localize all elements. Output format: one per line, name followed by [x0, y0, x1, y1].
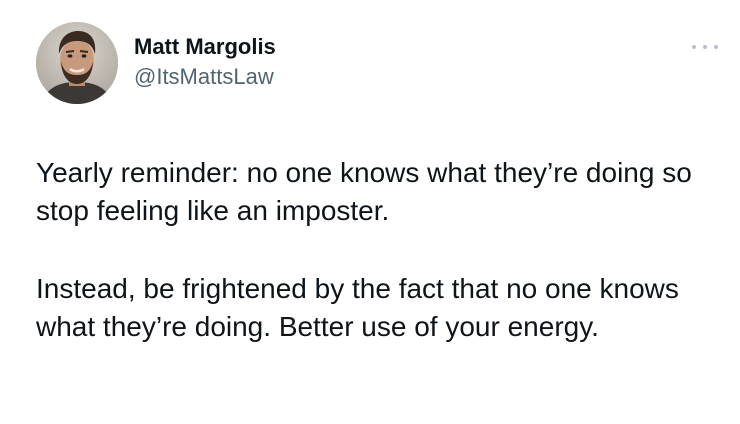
- tweet-card: Matt Margolis @ItsMattsLaw Yearly remind…: [0, 0, 740, 424]
- tweet-text: Yearly reminder: no one knows what they’…: [36, 154, 716, 346]
- author-names: Matt Margolis @ItsMattsLaw: [134, 32, 276, 92]
- tweet-paragraph: Yearly reminder: no one knows what they’…: [36, 157, 692, 226]
- tweet-paragraph: Instead, be frightened by the fact that …: [36, 273, 679, 342]
- more-options-icon-dot: [714, 45, 718, 49]
- more-options-icon: [692, 45, 696, 49]
- profile-photo-icon: [36, 22, 118, 104]
- more-options-icon-dot: [703, 45, 707, 49]
- avatar[interactable]: [36, 22, 118, 104]
- user-handle[interactable]: @ItsMattsLaw: [134, 62, 276, 92]
- display-name[interactable]: Matt Margolis: [134, 32, 276, 62]
- tweet-header: Matt Margolis @ItsMattsLaw: [36, 22, 276, 104]
- more-options-button[interactable]: [692, 40, 718, 54]
